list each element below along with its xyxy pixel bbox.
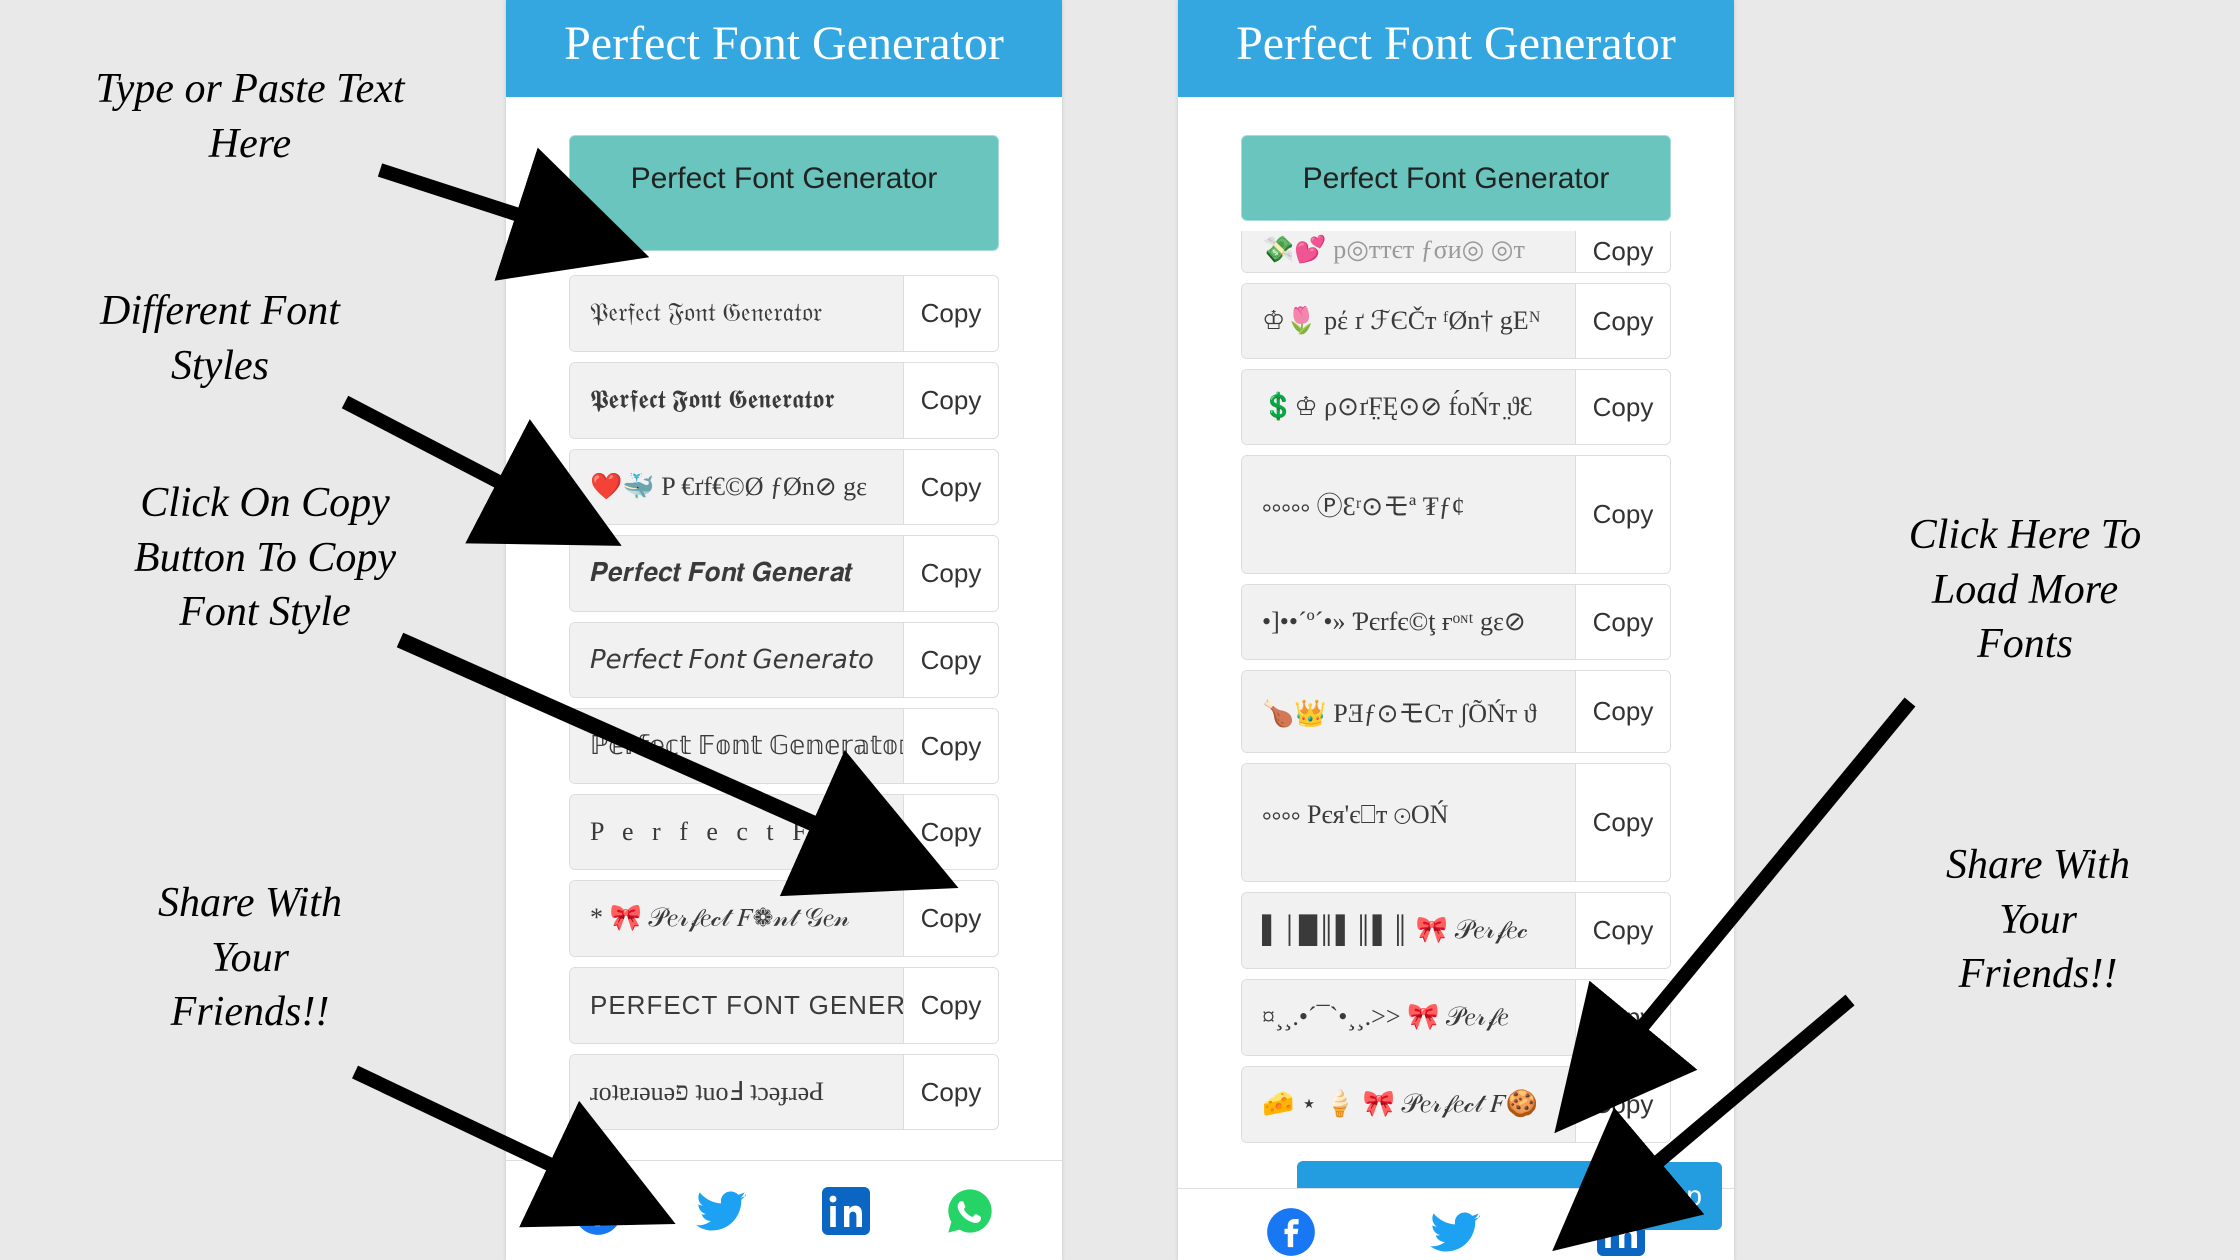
copy-button[interactable]: Copy: [1575, 1067, 1670, 1142]
font-preview: ༚༚༚༚༚ ⓅƐʳ⊙モª ₮ƒ¢: [1242, 456, 1575, 573]
copy-button[interactable]: Copy: [1575, 231, 1670, 272]
font-row: * 🎀 𝒫𝑒𝓇𝒻𝑒𝒸𝓉 𝐹❁𝓃𝓉 𝒢𝑒𝓃Copy: [569, 880, 999, 957]
font-row: 𝕻𝖊𝖗𝖋𝖊𝖈𝖙 𝕱𝖔𝖓𝖙 𝕲𝖊𝖓𝖊𝖗𝖆𝖙𝖔𝖗Copy: [569, 362, 999, 439]
font-preview: PERFECT FONT GENERATOR: [570, 968, 903, 1043]
app-header: Perfect Font Generator: [1178, 0, 1734, 97]
anno-share-right: Share With Your Friends!!: [1878, 838, 2198, 1002]
text-input[interactable]: Perfect Font Generator: [1241, 135, 1671, 221]
font-preview: * 🎀 𝒫𝑒𝓇𝒻𝑒𝒸𝓉 𝐹❁𝓃𝓉 𝒢𝑒𝓃: [570, 881, 903, 956]
copy-button[interactable]: Copy: [903, 536, 998, 611]
font-row: ༚༚༚༚༚ ⓅƐʳ⊙モª ₮ƒ¢Copy: [1241, 455, 1671, 574]
font-preview: ɹoʇɐɹǝuǝפ ʇuoℲ ʇɔǝɟɹǝԀ: [570, 1055, 903, 1129]
scroll-top-button[interactable]: Top: [1637, 1162, 1722, 1230]
copy-button[interactable]: Copy: [903, 709, 998, 783]
font-preview: ♔🌷 рέ ґ ℱЄČт ᶠØn† gEᴺ: [1242, 284, 1575, 358]
font-preview: ¤¸¸.•´¯`•¸¸.>> 🎀 𝒫𝑒𝓇𝒻𝑒: [1242, 980, 1575, 1055]
font-list-left: 𝔓𝔢𝔯𝔣𝔢𝔠𝔱 𝔉𝔬𝔫𝔱 𝔊𝔢𝔫𝔢𝔯𝔞𝔱𝔬𝔯Copy 𝕻𝖊𝖗𝖋𝖊𝖈𝖙 𝕱𝖔𝖓𝖙 …: [506, 275, 1062, 1130]
font-row: PERFECT FONT GENERATORCopy: [569, 967, 999, 1044]
copy-button[interactable]: Copy: [903, 450, 998, 524]
copy-button[interactable]: Copy: [903, 1055, 998, 1129]
anno-diff-styles: Different Font Styles: [40, 284, 400, 393]
copy-button[interactable]: Copy: [1575, 980, 1670, 1055]
anno-load-more: Click Here To Load More Fonts: [1855, 508, 2195, 672]
copy-button[interactable]: Copy: [1575, 284, 1670, 358]
font-row: 𝔓𝔢𝔯𝔣𝔢𝔠𝔱 𝔉𝔬𝔫𝔱 𝔊𝔢𝔫𝔢𝔯𝔞𝔱𝔬𝔯Copy: [569, 275, 999, 352]
font-list-right: 💸💕 р◎ттєт ƒσи◎ ◎тCopy ♔🌷 рέ ґ ℱЄČт ᶠØn† …: [1178, 231, 1734, 1143]
phone-right: Perfect Font Generator Perfect Font Gene…: [1178, 0, 1734, 1260]
copy-button[interactable]: Copy: [1575, 585, 1670, 659]
font-preview: ℙ𝕖𝕣𝕗𝕖𝕔𝕥 𝔽𝕠𝕟𝕥 𝔾𝕖𝕟𝕖𝕣𝕒𝕥𝕠𝕣: [570, 709, 903, 783]
font-row: 𝘗𝘦𝘳𝘧𝘦𝘤𝘵 𝘍𝘰𝘯𝘵 𝘎𝘦𝘯𝘦𝘳𝘢𝘵𝘰Copy: [569, 622, 999, 698]
font-preview: 𝔓𝔢𝔯𝔣𝔢𝔠𝔱 𝔉𝔬𝔫𝔱 𝔊𝔢𝔫𝔢𝔯𝔞𝔱𝔬𝔯: [570, 276, 903, 351]
font-preview: ▌│█║▌║▌║ 🎀 𝒫𝑒𝓇𝒻𝑒𝒸: [1242, 893, 1575, 968]
font-preview: 🍗👑 PƎƒ⊙モCт ʃÕŃт ϑ: [1242, 671, 1575, 752]
font-preview: ༚༚༚༚ Pєя'є⎕т ⊙OŃ: [1242, 764, 1575, 881]
font-row: P e r f e c t F o n tCopy: [569, 794, 999, 870]
font-row: 𝑷𝒆𝒓𝒇𝒆𝒄𝒕 𝑭𝒐𝒏𝒕 𝑮𝒆𝒏𝒆𝒓𝒂𝒕Copy: [569, 535, 999, 612]
copy-button[interactable]: Copy: [903, 968, 998, 1043]
copy-button[interactable]: Copy: [1575, 456, 1670, 573]
copy-button[interactable]: Copy: [1575, 764, 1670, 881]
copy-button[interactable]: Copy: [1575, 370, 1670, 444]
copy-button[interactable]: Copy: [903, 623, 998, 697]
copy-button[interactable]: Copy: [1575, 671, 1670, 752]
copy-button[interactable]: Copy: [903, 363, 998, 438]
font-row: ¤¸¸.•´¯`•¸¸.>> 🎀 𝒫𝑒𝓇𝒻𝑒Copy: [1241, 979, 1671, 1056]
font-row: ♔🌷 рέ ґ ℱЄČт ᶠØn† gEᴺCopy: [1241, 283, 1671, 359]
font-row: 🍗👑 PƎƒ⊙モCт ʃÕŃт ϑCopy: [1241, 670, 1671, 753]
font-row-partial: 💸💕 р◎ттєт ƒσи◎ ◎тCopy: [1241, 231, 1671, 273]
font-row: ❤️🐳 P €ґf€©Ø ƒØn⊘ gεCopy: [569, 449, 999, 525]
anno-share-left: Share With Your Friends!!: [100, 876, 400, 1040]
twitter-icon[interactable]: [694, 1183, 750, 1239]
app-header: Perfect Font Generator: [506, 0, 1062, 97]
font-preview: 🧀 ⋆ 🍦 🎀 𝒫𝑒𝓇𝒻𝑒𝒸𝓉 𝐹🍪: [1242, 1067, 1575, 1142]
font-preview: •]••´º´•» Ƥєrfє©ţ ғᵒᶰᵗ gε⊘: [1242, 585, 1575, 659]
twitter-icon[interactable]: [1428, 1204, 1484, 1260]
anno-type-paste: Type or Paste Text Here: [35, 62, 465, 171]
font-row: 🧀 ⋆ 🍦 🎀 𝒫𝑒𝓇𝒻𝑒𝒸𝓉 𝐹🍪Copy: [1241, 1066, 1671, 1143]
facebook-icon[interactable]: [1263, 1204, 1319, 1260]
text-input[interactable]: Perfect Font Generator: [569, 135, 999, 251]
copy-button[interactable]: Copy: [1575, 893, 1670, 968]
copy-button[interactable]: Copy: [903, 276, 998, 351]
font-preview: 𝘗𝘦𝘳𝘧𝘦𝘤𝘵 𝘍𝘰𝘯𝘵 𝘎𝘦𝘯𝘦𝘳𝘢𝘵𝘰: [570, 623, 903, 697]
anno-click-copy: Click On Copy Button To Copy Font Style: [80, 476, 450, 640]
font-row: ɹoʇɐɹǝuǝפ ʇuoℲ ʇɔǝɟɹǝԀCopy: [569, 1054, 999, 1130]
whatsapp-icon[interactable]: [942, 1183, 998, 1239]
font-row: ༚༚༚༚ Pєя'є⎕т ⊙OŃCopy: [1241, 763, 1671, 882]
font-row: 💲♔ ρ⊙ґF̤Ę⊙⊘ f́oŃт ̤ϑƐCopy: [1241, 369, 1671, 445]
phone-left: Perfect Font Generator Perfect Font Gene…: [506, 0, 1062, 1260]
font-preview: 💲♔ ρ⊙ґF̤Ę⊙⊘ f́oŃт ̤ϑƐ: [1242, 370, 1575, 444]
facebook-icon[interactable]: [570, 1183, 626, 1239]
font-preview: 💸💕 р◎ттєт ƒσи◎ ◎т: [1242, 231, 1575, 272]
linkedin-icon[interactable]: [818, 1183, 874, 1239]
font-preview: P e r f e c t F o n t: [570, 795, 903, 869]
font-preview: ❤️🐳 P €ґf€©Ø ƒØn⊘ gε: [570, 450, 903, 524]
font-row: ▌│█║▌║▌║ 🎀 𝒫𝑒𝓇𝒻𝑒𝒸Copy: [1241, 892, 1671, 969]
font-row: •]••´º´•» Ƥєrfє©ţ ғᵒᶰᵗ gε⊘Copy: [1241, 584, 1671, 660]
font-preview: 𝕻𝖊𝖗𝖋𝖊𝖈𝖙 𝕱𝖔𝖓𝖙 𝕲𝖊𝖓𝖊𝖗𝖆𝖙𝖔𝖗: [570, 363, 903, 438]
font-row: ℙ𝕖𝕣𝕗𝕖𝕔𝕥 𝔽𝕠𝕟𝕥 𝔾𝕖𝕟𝕖𝕣𝕒𝕥𝕠𝕣Copy: [569, 708, 999, 784]
share-bar: [506, 1160, 1062, 1260]
copy-button[interactable]: Copy: [903, 881, 998, 956]
font-preview: 𝑷𝒆𝒓𝒇𝒆𝒄𝒕 𝑭𝒐𝒏𝒕 𝑮𝒆𝒏𝒆𝒓𝒂𝒕: [570, 536, 903, 611]
copy-button[interactable]: Copy: [903, 795, 998, 869]
